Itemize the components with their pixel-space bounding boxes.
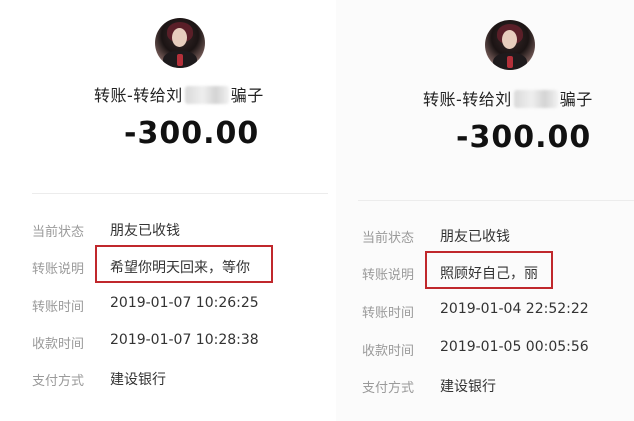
transfer-time-value: 2019-01-07 10:26:25 bbox=[110, 295, 259, 311]
payment-method-label: 支付方式 bbox=[32, 374, 85, 389]
transfer-title-text: 转账-转给刘 bbox=[94, 86, 183, 105]
status-label: 当前状态 bbox=[362, 231, 415, 246]
note-highlight-box bbox=[425, 251, 553, 289]
receive-time-label: 收款时间 bbox=[32, 337, 85, 352]
redacted-name bbox=[513, 90, 558, 108]
transfer-title-suffix: 骗子 bbox=[230, 86, 264, 105]
divider bbox=[32, 193, 328, 194]
receive-time-value: 2019-01-05 00:05:56 bbox=[440, 339, 589, 355]
note-highlight-box bbox=[95, 245, 273, 283]
receive-time-label: 收款时间 bbox=[362, 344, 415, 359]
payment-method-value: 建设银行 bbox=[440, 379, 496, 395]
redacted-name bbox=[184, 86, 229, 104]
receive-time-value: 2019-01-07 10:28:38 bbox=[110, 332, 259, 348]
recipient-avatar bbox=[485, 20, 535, 70]
transfer-amount: -300.00 bbox=[124, 116, 260, 151]
status-value: 朋友已收钱 bbox=[110, 223, 180, 239]
note-label: 转账说明 bbox=[362, 268, 415, 283]
transfer-time-value: 2019-01-04 22:52:22 bbox=[440, 301, 589, 317]
status-label: 当前状态 bbox=[32, 225, 85, 240]
transfer-title: 转账-转给刘 骗子 bbox=[423, 86, 593, 110]
transfer-comparison: 转账-转给刘 骗子 -300.00 当前状态 朋友已收钱 转账说明 希望你明天回来… bbox=[0, 0, 634, 421]
right-transfer-panel: 转账-转给刘 骗子 -300.00 当前状态 朋友已收钱 转账说明 照顾好自己，丽… bbox=[336, 0, 634, 421]
transfer-time-label: 转账时间 bbox=[362, 306, 415, 321]
payment-method-value: 建设银行 bbox=[110, 372, 166, 388]
payment-method-label: 支付方式 bbox=[362, 381, 415, 396]
recipient-avatar bbox=[155, 18, 205, 68]
transfer-title-text: 转账-转给刘 bbox=[423, 90, 512, 109]
note-label: 转账说明 bbox=[32, 262, 85, 277]
divider bbox=[358, 200, 634, 201]
left-transfer-panel: 转账-转给刘 骗子 -300.00 当前状态 朋友已收钱 转账说明 希望你明天回来… bbox=[0, 0, 330, 421]
transfer-time-label: 转账时间 bbox=[32, 300, 85, 315]
status-value: 朋友已收钱 bbox=[440, 229, 510, 245]
transfer-title-suffix: 骗子 bbox=[559, 90, 593, 109]
transfer-title: 转账-转给刘 骗子 bbox=[94, 82, 264, 106]
transfer-amount: -300.00 bbox=[456, 120, 592, 155]
